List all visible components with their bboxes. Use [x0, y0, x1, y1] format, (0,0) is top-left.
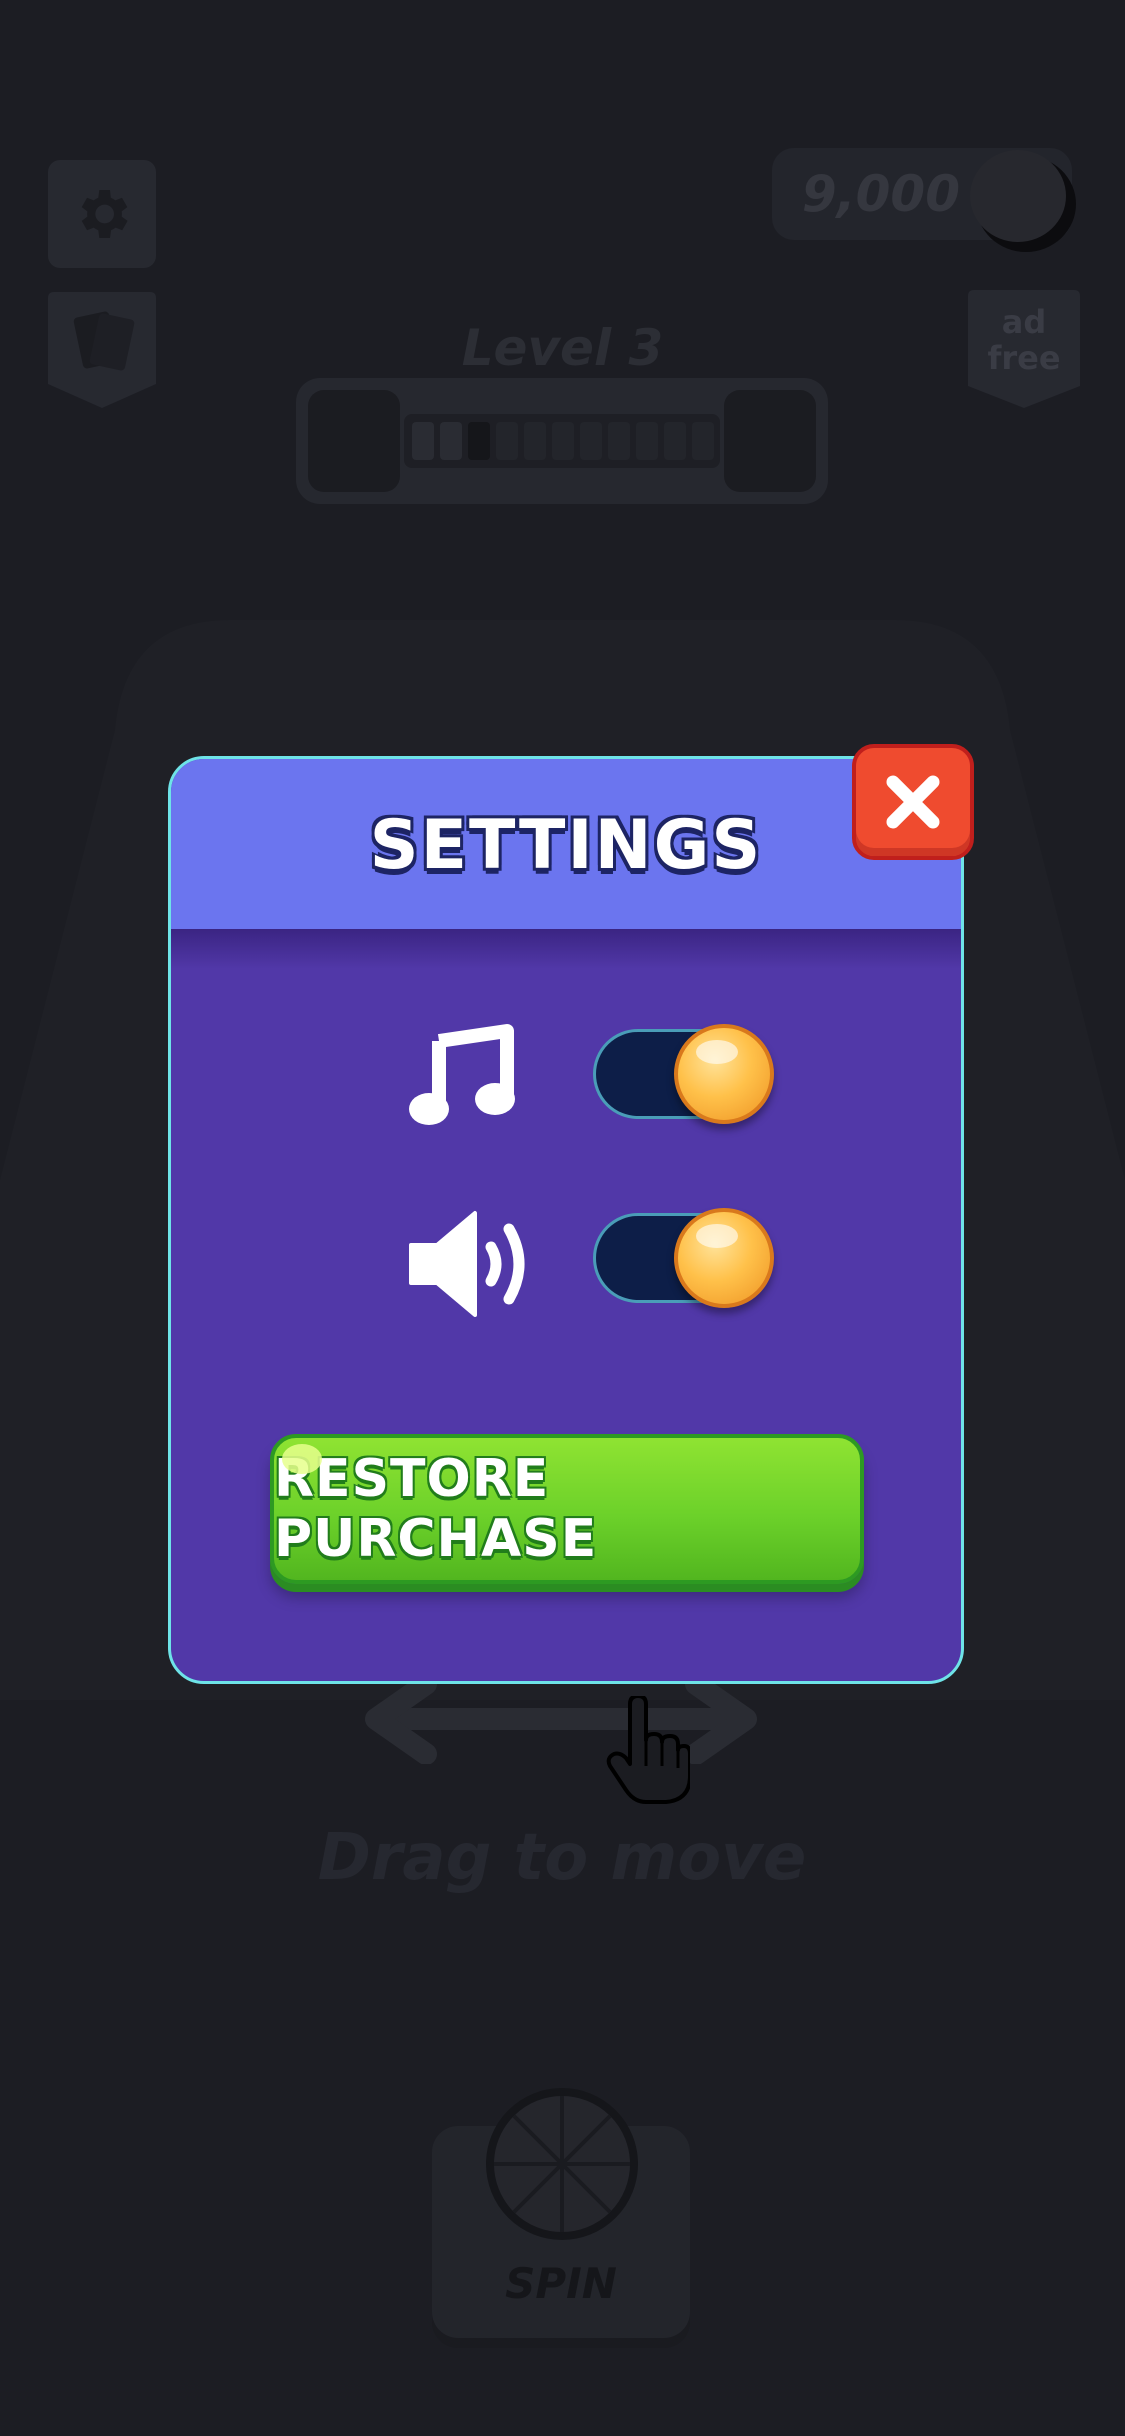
music-note-icon [409, 1024, 515, 1125]
ad-free-line-2: free [987, 339, 1061, 377]
close-icon [886, 775, 940, 829]
drag-hint-text: Drag to move [317, 1821, 807, 1895]
button-gloss [282, 1444, 322, 1474]
pointer-hand-icon [606, 1696, 690, 1804]
cards-button[interactable] [48, 292, 156, 408]
close-button[interactable] [852, 744, 974, 860]
dialog-title: SETTINGS [369, 806, 763, 885]
spin-label: SPIN [505, 2259, 617, 2308]
sound-toggle-knob [674, 1208, 774, 1308]
ad-free-label: ad free [968, 304, 1080, 384]
music-toggle[interactable] [593, 1024, 774, 1124]
spin-wheel-icon [486, 2088, 638, 2240]
settings-button[interactable] [48, 160, 156, 268]
header-shadow [171, 929, 961, 969]
level-progress-bar [296, 378, 828, 504]
speaker-icon [409, 1211, 525, 1317]
gear-icon [81, 190, 128, 238]
restore-purchase-label: RESTORE PURCHASE [274, 1449, 598, 1569]
restore-purchase-button[interactable]: RESTORE PURCHASE [270, 1434, 864, 1584]
sound-toggle[interactable] [593, 1208, 774, 1308]
ad-free-line-1: ad [1001, 303, 1047, 341]
coin-count: 9,000 [801, 165, 960, 223]
level-label: Level 3 [461, 319, 664, 377]
coin-icon [970, 150, 1076, 252]
music-toggle-knob [674, 1024, 774, 1124]
double-arrow-icon [365, 1674, 757, 1764]
